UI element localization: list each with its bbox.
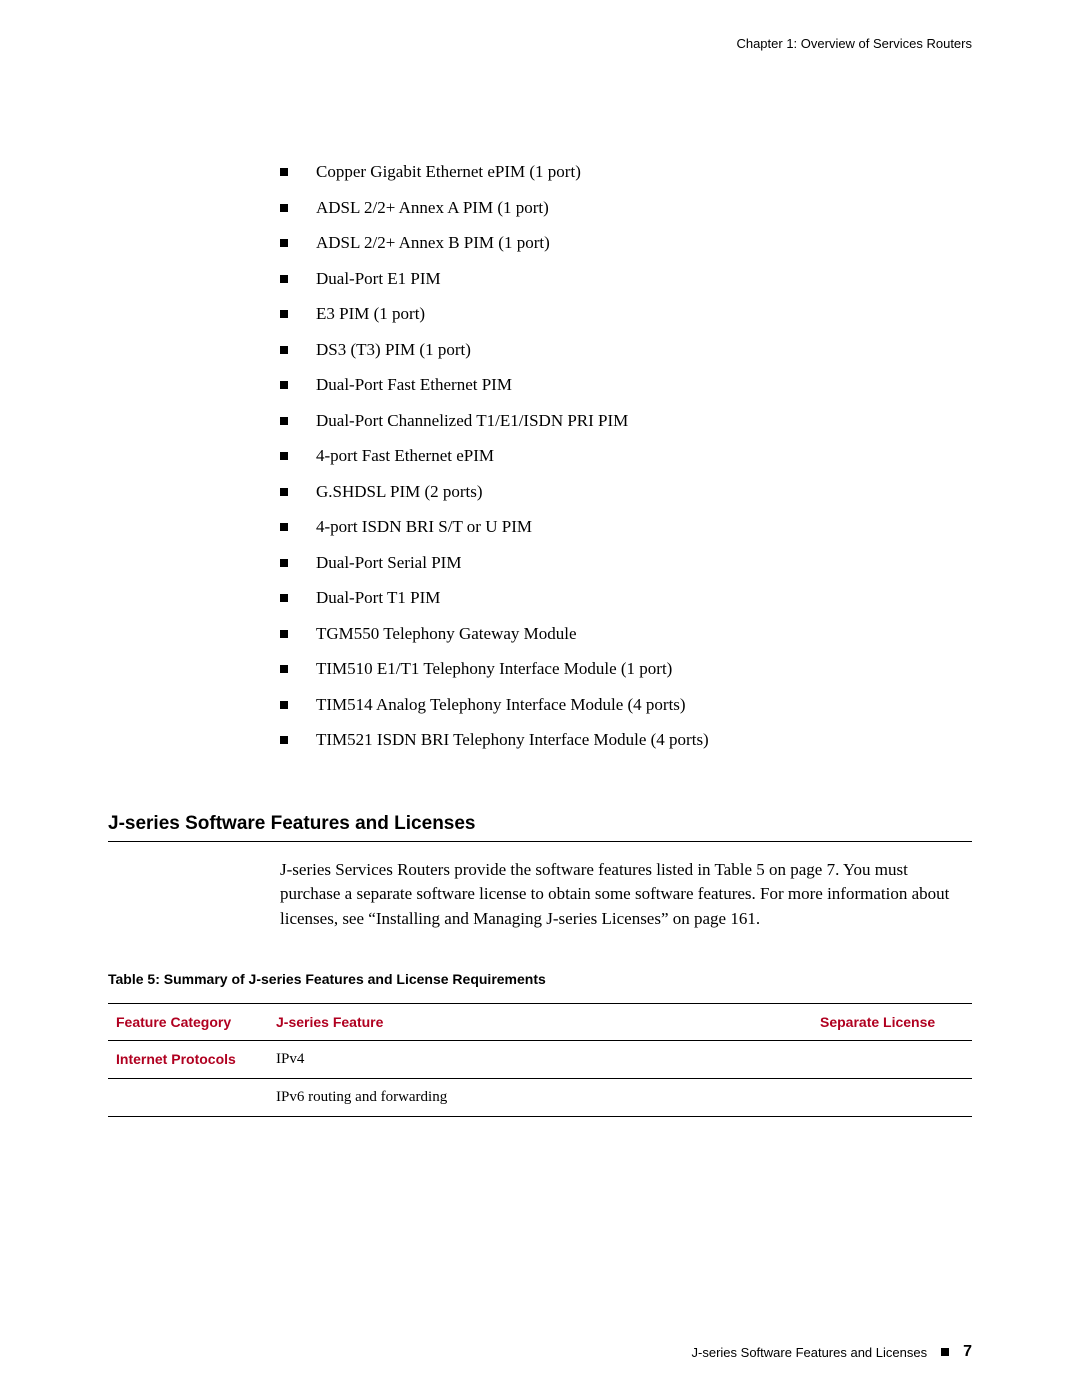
square-icon: [941, 1348, 949, 1356]
list-item: G.SHDSL PIM (2 ports): [280, 479, 972, 505]
bullet-text: DS3 (T3) PIM (1 port): [316, 337, 471, 363]
table-header-row: Feature Category J-series Feature Separa…: [108, 1004, 972, 1041]
bullet-text: 4-port ISDN BRI S/T or U PIM: [316, 514, 532, 540]
list-item: Dual-Port Fast Ethernet PIM: [280, 372, 972, 398]
cell-feature: IPv6 routing and forwarding: [268, 1079, 812, 1117]
cell-license: [812, 1079, 972, 1117]
bullet-text: E3 PIM (1 port): [316, 301, 425, 327]
chapter-header: Chapter 1: Overview of Services Routers: [108, 36, 972, 51]
section-rule: [108, 841, 972, 842]
page-footer: J-series Software Features and Licenses …: [108, 1343, 972, 1361]
bullet-icon: [280, 275, 288, 283]
list-item: Dual-Port Serial PIM: [280, 550, 972, 576]
footer-section: J-series Software Features and Licenses: [692, 1345, 928, 1360]
list-item: TIM521 ISDN BRI Telephony Interface Modu…: [280, 727, 972, 753]
pim-bullet-list: Copper Gigabit Ethernet ePIM (1 port) AD…: [280, 159, 972, 753]
bullet-icon: [280, 665, 288, 673]
table-row: IPv6 routing and forwarding: [108, 1079, 972, 1117]
table-caption: Table 5: Summary of J-series Features an…: [108, 971, 972, 987]
bullet-icon: [280, 452, 288, 460]
th-category: Feature Category: [108, 1004, 268, 1041]
bullet-text: ADSL 2/2+ Annex A PIM (1 port): [316, 195, 549, 221]
list-item: E3 PIM (1 port): [280, 301, 972, 327]
bullet-text: G.SHDSL PIM (2 ports): [316, 479, 483, 505]
list-item: Copper Gigabit Ethernet ePIM (1 port): [280, 159, 972, 185]
cell-feature: IPv4: [268, 1041, 812, 1079]
bullet-text: TIM510 E1/T1 Telephony Interface Module …: [316, 656, 672, 682]
bullet-icon: [280, 381, 288, 389]
page-number: 7: [963, 1343, 972, 1361]
list-item: ADSL 2/2+ Annex B PIM (1 port): [280, 230, 972, 256]
bullet-icon: [280, 523, 288, 531]
list-item: 4-port ISDN BRI S/T or U PIM: [280, 514, 972, 540]
bullet-icon: [280, 559, 288, 567]
list-item: TIM514 Analog Telephony Interface Module…: [280, 692, 972, 718]
bullet-icon: [280, 594, 288, 602]
bullet-icon: [280, 630, 288, 638]
section-heading: J-series Software Features and Licenses: [108, 813, 972, 835]
list-item: TGM550 Telephony Gateway Module: [280, 621, 972, 647]
cell-license: [812, 1041, 972, 1079]
list-item: Dual-Port E1 PIM: [280, 266, 972, 292]
table-row: Internet Protocols IPv4: [108, 1041, 972, 1079]
bullet-text: Dual-Port Fast Ethernet PIM: [316, 372, 512, 398]
th-license: Separate License: [812, 1004, 972, 1041]
bullet-text: TIM521 ISDN BRI Telephony Interface Modu…: [316, 727, 709, 753]
bullet-icon: [280, 204, 288, 212]
bullet-text: Dual-Port Serial PIM: [316, 550, 461, 576]
bullet-icon: [280, 488, 288, 496]
list-item: 4-port Fast Ethernet ePIM: [280, 443, 972, 469]
list-item: Dual-Port Channelized T1/E1/ISDN PRI PIM: [280, 408, 972, 434]
bullet-icon: [280, 736, 288, 744]
bullet-text: ADSL 2/2+ Annex B PIM (1 port): [316, 230, 550, 256]
bullet-icon: [280, 417, 288, 425]
list-item: ADSL 2/2+ Annex A PIM (1 port): [280, 195, 972, 221]
list-item: Dual-Port T1 PIM: [280, 585, 972, 611]
list-item: TIM510 E1/T1 Telephony Interface Module …: [280, 656, 972, 682]
bullet-icon: [280, 701, 288, 709]
cell-category: [108, 1079, 268, 1117]
bullet-text: 4-port Fast Ethernet ePIM: [316, 443, 494, 469]
bullet-text: Dual-Port T1 PIM: [316, 585, 440, 611]
bullet-icon: [280, 346, 288, 354]
cell-category: Internet Protocols: [108, 1041, 268, 1079]
bullet-icon: [280, 168, 288, 176]
bullet-text: TGM550 Telephony Gateway Module: [316, 621, 577, 647]
list-item: DS3 (T3) PIM (1 port): [280, 337, 972, 363]
th-feature: J-series Feature: [268, 1004, 812, 1041]
bullet-text: Dual-Port Channelized T1/E1/ISDN PRI PIM: [316, 408, 628, 434]
bullet-text: Dual-Port E1 PIM: [316, 266, 441, 292]
bullet-icon: [280, 239, 288, 247]
bullet-icon: [280, 310, 288, 318]
section-paragraph: J-series Services Routers provide the so…: [280, 858, 972, 932]
features-table: Feature Category J-series Feature Separa…: [108, 1003, 972, 1117]
page: Chapter 1: Overview of Services Routers …: [0, 0, 1080, 1397]
bullet-text: TIM514 Analog Telephony Interface Module…: [316, 692, 686, 718]
bullet-text: Copper Gigabit Ethernet ePIM (1 port): [316, 159, 581, 185]
